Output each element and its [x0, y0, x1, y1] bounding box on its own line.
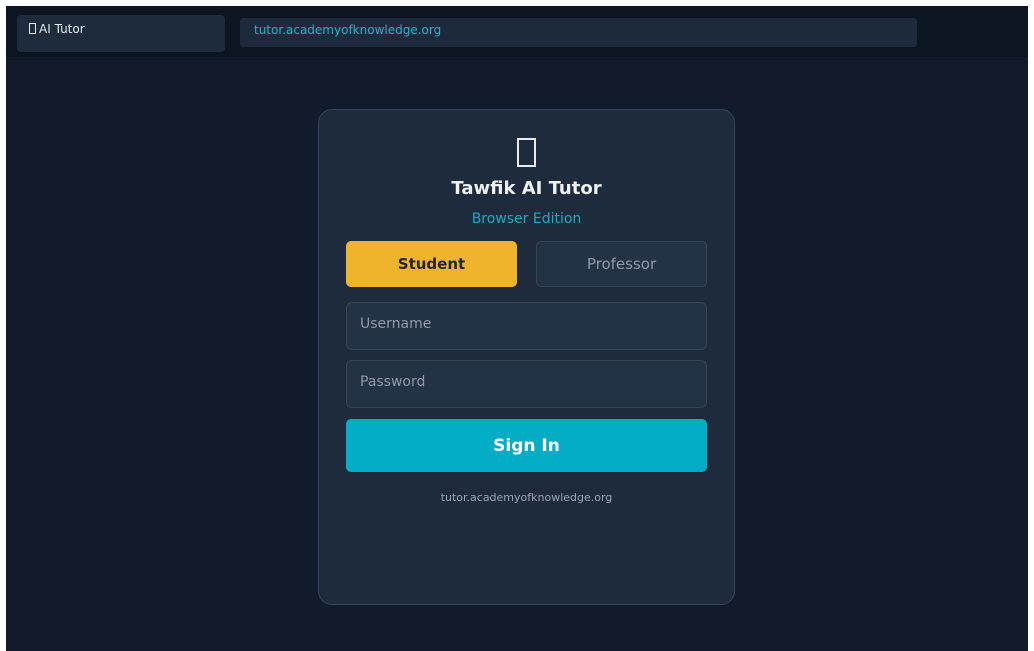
role-student-button[interactable]: Student: [346, 241, 517, 287]
role-student-label: Student: [397, 255, 466, 273]
app-window: AI Tutor tutor.academyofknowledge.org Ta…: [6, 6, 1028, 651]
sign-in-button[interactable]: Sign In: [346, 419, 707, 472]
address-url: tutor.academyofknowledge.org: [254, 23, 442, 37]
browser-toolbar: AI Tutor tutor.academyofknowledge.org: [6, 6, 1028, 57]
app-logo-icon: [517, 138, 536, 167]
app-icon: [29, 23, 36, 34]
login-card: Tawfik AI Tutor Browser Edition Student …: [318, 109, 735, 605]
tab-title: AI Tutor: [39, 22, 85, 36]
address-bar[interactable]: tutor.academyofknowledge.org: [240, 18, 917, 47]
app-subtitle: Browser Edition: [471, 211, 582, 227]
browser-tab[interactable]: AI Tutor: [17, 15, 225, 52]
footer-url: tutor.academyofknowledge.org: [440, 491, 613, 504]
sign-in-label: Sign In: [493, 435, 560, 456]
password-field[interactable]: [346, 360, 707, 408]
username-field[interactable]: [346, 302, 707, 350]
role-professor-button[interactable]: Professor: [536, 241, 707, 287]
app-title: Tawfik AI Tutor: [451, 178, 602, 199]
role-professor-label: Professor: [586, 255, 657, 273]
